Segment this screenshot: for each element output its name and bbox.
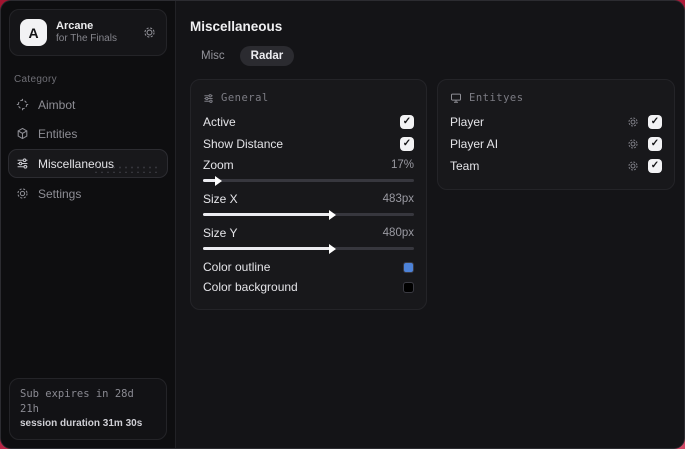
sidebar-item-label: Entities (38, 127, 78, 141)
team-gear-icon[interactable] (627, 160, 639, 172)
monitor-icon (450, 92, 462, 104)
general-panel-header: General (203, 92, 414, 104)
slider-value: 17% (390, 158, 414, 171)
slider-value: 483px (382, 192, 414, 205)
player-ai-checkbox[interactable]: ✓ (648, 137, 662, 151)
entities-panel-header: Entityes (450, 92, 662, 104)
zoom-slider-fill (203, 175, 222, 186)
main-content: Miscellaneous Misc Radar General Active … (176, 1, 684, 448)
page-title: Miscellaneous (190, 19, 283, 34)
size-y-slider[interactable] (203, 243, 414, 254)
sidebar: A Arcane for The Finals Category Aimbot … (1, 1, 176, 448)
slider-label: Zoom (203, 157, 234, 172)
zoom-slider[interactable] (203, 175, 414, 186)
sidebar-item-aimbot[interactable]: Aimbot (8, 91, 168, 118)
slider-label: Size Y (203, 225, 238, 240)
sliders-small-icon (203, 93, 214, 104)
check-icon: ✓ (402, 138, 412, 149)
player-ai-gear-icon[interactable] (627, 138, 639, 150)
sidebar-item-label: Miscellaneous (38, 157, 115, 171)
show-distance-checkbox[interactable]: ✓ (400, 137, 414, 151)
avatar: A (20, 19, 47, 46)
sidebar-item-entities[interactable]: Entities (8, 120, 168, 147)
entity-row-player: Player ✓ (450, 111, 662, 133)
entities-panel: Entityes Player ✓ Player AI ✓ Team ✓ (437, 79, 675, 190)
slider-value: 480px (382, 226, 414, 239)
entities-panel-title: Entityes (469, 92, 524, 104)
size-x-slider[interactable] (203, 209, 414, 220)
tab-bar: Misc Radar (190, 46, 675, 66)
crosshair-icon (16, 98, 29, 111)
check-icon: ✓ (650, 160, 660, 171)
size-x-slider-fill (203, 209, 336, 220)
slider-label: Size X (203, 191, 238, 206)
zoom-slider-group: Zoom 17% (203, 155, 414, 186)
active-checkbox[interactable]: ✓ (400, 115, 414, 129)
app-title: Arcane (56, 20, 94, 32)
entity-label: Player (450, 115, 485, 129)
sliders-icon (16, 157, 29, 170)
general-panel-title: General (221, 92, 269, 104)
color-background-row: Color background (203, 277, 414, 297)
player-checkbox[interactable]: ✓ (648, 115, 662, 129)
player-gear-icon[interactable] (627, 116, 639, 128)
sidebar-nav: Aimbot Entities Miscellaneous Settings (1, 91, 175, 207)
toggle-row-active: Active ✓ (203, 111, 414, 133)
sidebar-item-label: Aimbot (38, 98, 76, 112)
user-card: A Arcane for The Finals (9, 9, 167, 56)
entity-label: Team (450, 159, 480, 173)
team-checkbox[interactable]: ✓ (648, 159, 662, 173)
toggle-label: Show Distance (203, 137, 284, 151)
sidebar-item-settings[interactable]: Settings (8, 180, 168, 207)
check-icon: ✓ (402, 116, 412, 127)
sidebar-item-label: Settings (38, 187, 82, 201)
session-duration-text: session duration 31m 30s (20, 418, 143, 429)
cube-icon (16, 127, 29, 140)
toggle-row-show-distance: Show Distance ✓ (203, 133, 414, 155)
app-subtitle: for The Finals (56, 33, 117, 44)
color-background-swatch[interactable] (403, 281, 414, 293)
gear-icon (16, 187, 29, 200)
size-y-slider-group: Size Y 480px (203, 223, 414, 254)
size-y-slider-fill (203, 243, 336, 254)
check-icon: ✓ (650, 138, 660, 149)
subscription-card: Sub expires in 28d 21h session duration … (9, 378, 167, 440)
panels-row: General Active ✓ Show Distance ✓ Zoom 17… (190, 79, 675, 310)
check-icon: ✓ (650, 116, 660, 127)
user-settings-gear-icon[interactable] (143, 26, 156, 39)
tab-misc[interactable]: Misc (190, 46, 236, 66)
entity-row-player-ai: Player AI ✓ (450, 133, 662, 155)
color-label: Color background (203, 280, 298, 294)
tab-radar[interactable]: Radar (239, 46, 295, 66)
user-text: Arcane for The Finals (56, 20, 134, 45)
entity-row-team: Team ✓ (450, 155, 662, 177)
sub-expires-text: Sub expires in 28d 21h (20, 388, 134, 415)
size-x-slider-group: Size X 483px (203, 189, 414, 220)
entity-label: Player AI (450, 137, 499, 151)
sidebar-item-miscellaneous[interactable]: Miscellaneous (8, 149, 168, 178)
category-label: Category (14, 74, 57, 85)
app-window: A Arcane for The Finals Category Aimbot … (0, 0, 685, 449)
general-panel: General Active ✓ Show Distance ✓ Zoom 17… (190, 79, 427, 310)
color-outline-row: Color outline (203, 257, 414, 277)
toggle-label: Active (203, 115, 236, 129)
color-outline-swatch[interactable] (403, 261, 414, 273)
color-label: Color outline (203, 260, 271, 274)
